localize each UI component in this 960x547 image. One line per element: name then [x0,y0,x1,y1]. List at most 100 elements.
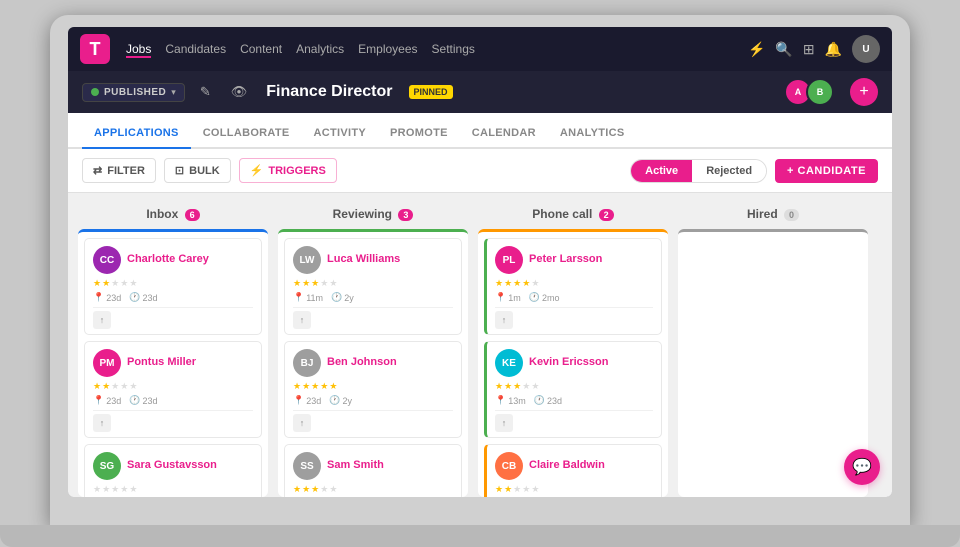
time-icon-group: 📍 1m [495,292,521,303]
tab-promote[interactable]: PROMOTE [378,119,460,149]
candidate-name: Luca Williams [327,253,400,266]
clock-icon: 🕐 [329,395,340,406]
nav-content[interactable]: Content [240,40,282,58]
time1-value: 23d [106,293,121,303]
rejected-toggle[interactable]: Rejected [692,160,766,182]
published-dropdown[interactable]: PUBLISHED ▾ [82,83,185,102]
clock-icon-group: 🕐 2y [331,292,354,303]
star-icon: ★ [293,278,301,289]
star-icon: ★ [102,381,110,392]
logo[interactable]: T [80,34,110,64]
star-icon: ★ [320,278,328,289]
clock-icon: 🕐 [529,292,540,303]
star-icon: ★ [531,484,539,495]
star-icon: ★ [129,484,137,495]
star-icon: ★ [495,278,503,289]
col-count-reviewing: 3 [398,209,413,221]
candidate-card[interactable]: BJ Ben Johnson ★★★★★ 📍 23d 🕐 2y [284,341,462,438]
nav-employees[interactable]: Employees [358,40,417,58]
star-icon: ★ [93,484,101,495]
col-body-reviewing: LW Luca Williams ★★★★★ 📍 11m 🕐 2y [278,229,468,497]
candidate-name: Claire Baldwin [529,459,605,472]
star-icon: ★ [513,484,521,495]
tab-analytics[interactable]: ANALYTICS [548,119,637,149]
candidate-card[interactable]: CC Charlotte Carey ★★★★★ 📍 23d 🕐 23d [84,238,262,335]
published-label: PUBLISHED [104,87,166,98]
published-dot [91,88,99,96]
col-title-inbox: Inbox [146,207,178,221]
candidate-card[interactable]: PM Pontus Miller ★★★★★ 📍 23d 🕐 23d [84,341,262,438]
star-icon: ★ [320,484,328,495]
lightning-icon[interactable]: ⚡ [748,41,765,58]
candidate-stars: ★★★★★ [495,278,653,289]
eye-icon[interactable]: 👁 [226,82,253,102]
candidate-card[interactable]: LW Luca Williams ★★★★★ 📍 11m 🕐 2y [284,238,462,335]
card-top: CB Claire Baldwin [495,452,653,480]
add-candidate-button[interactable]: + CANDIDATE [775,159,878,183]
candidate-card[interactable]: SS Sam Smith ★★★★★ 📍 23d 🕐 2y ↑ [284,444,462,497]
candidate-card[interactable]: SG Sara Gustavsson ★★★★★ 📍 23d 🕐 23d [84,444,262,497]
triggers-button[interactable]: ⚡ TRIGGERS [239,158,337,183]
nav-analytics[interactable]: Analytics [296,40,344,58]
nav-candidates[interactable]: Candidates [165,40,226,58]
star-icon: ★ [504,278,512,289]
laptop-base [0,525,960,547]
candidate-meta: 📍 23d 🕐 23d [93,395,253,406]
chat-bubble[interactable]: 💬 [844,449,880,485]
tab-calendar[interactable]: CALENDAR [460,119,548,149]
card-actions: ↑ [495,311,653,329]
col-header-inbox: Inbox 6 [78,203,268,229]
col-body-hired [678,229,868,497]
location-icon: 📍 [293,292,304,303]
kanban-col-phone-call: Phone call 2 PL Peter Larsson ★★★★★ 📍 1m… [478,203,668,497]
star-icon: ★ [329,484,337,495]
star-icon: ★ [93,381,101,392]
move-icon[interactable]: ↑ [495,311,513,329]
star-icon: ★ [311,278,319,289]
star-icon: ★ [120,484,128,495]
bell-icon[interactable]: 🔔 [825,41,842,58]
candidate-card[interactable]: CB Claire Baldwin ★★★★★ 📍 1m 🕐 4y [484,444,662,497]
star-icon: ★ [111,381,119,392]
move-icon[interactable]: ↑ [93,311,111,329]
card-actions: ↑ [495,414,653,432]
move-icon[interactable]: ↑ [495,414,513,432]
tab-applications[interactable]: APPLICATIONS [82,119,191,149]
avatar-group: A B [784,78,834,106]
star-icon: ★ [513,381,521,392]
time2-value: 23d [142,396,157,406]
tab-collaborate[interactable]: COLLABORATE [191,119,302,149]
candidate-stars: ★★★★★ [495,381,653,392]
search-icon[interactable]: 🔍 [775,41,792,58]
time2-value: 2mo [542,293,560,303]
star-icon: ★ [320,381,328,392]
candidate-stars: ★★★★★ [495,484,653,495]
move-icon[interactable]: ↑ [93,414,111,432]
candidate-card[interactable]: KE Kevin Ericsson ★★★★★ 📍 13m 🕐 23d [484,341,662,438]
card-bottom: ↑ [495,410,653,432]
bulk-button[interactable]: ⊡ BULK [164,158,231,183]
move-icon[interactable]: ↑ [293,414,311,432]
star-icon: ★ [302,278,310,289]
card-bottom: ↑ [93,410,253,432]
time2-value: 2y [342,396,352,406]
grid-icon[interactable]: ⊞ [803,41,815,58]
tab-activity[interactable]: ACTIVITY [302,119,379,149]
move-icon[interactable]: ↑ [293,311,311,329]
nav-icons: ⚡ 🔍 ⊞ 🔔 U [748,35,880,63]
candidate-meta: 📍 13m 🕐 23d [495,395,653,406]
add-member-button[interactable]: + [850,78,878,106]
clock-icon-group: 🕐 2y [329,395,352,406]
user-avatar[interactable]: U [852,35,880,63]
active-toggle[interactable]: Active [631,160,692,182]
col-title-reviewing: Reviewing [333,207,392,221]
edit-icon[interactable]: ✎ [195,82,216,102]
card-top: SS Sam Smith [293,452,453,480]
nav-settings[interactable]: Settings [432,40,475,58]
nav-jobs[interactable]: Jobs [126,40,151,58]
sub-nav: PUBLISHED ▾ ✎ 👁 Finance Director PINNED … [68,71,892,113]
clock-icon: 🕐 [534,395,545,406]
filter-button[interactable]: ⇄ FILTER [82,158,156,183]
col-header-phone-call: Phone call 2 [478,203,668,229]
candidate-card[interactable]: PL Peter Larsson ★★★★★ 📍 1m 🕐 2mo [484,238,662,335]
